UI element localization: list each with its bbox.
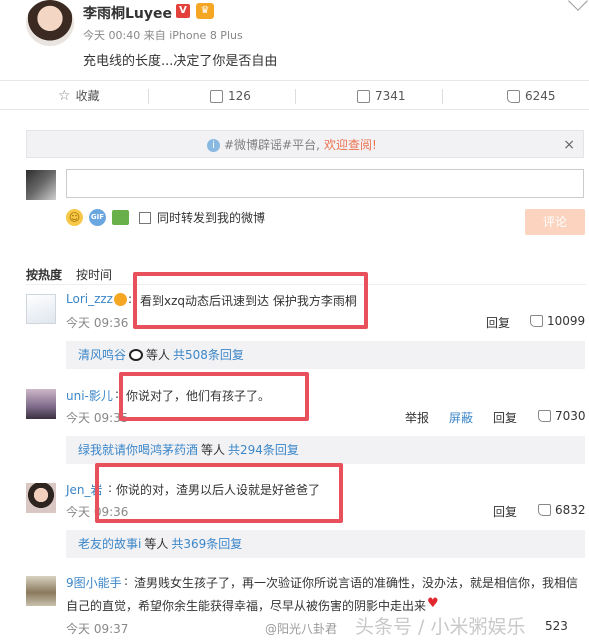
comment-time: 今天 09:36 <box>66 316 129 330</box>
tab-time[interactable]: 按时间 <box>76 266 112 283</box>
panda-emoji-icon <box>129 349 144 361</box>
thumbs-up-icon <box>538 504 551 516</box>
avatar[interactable] <box>26 294 56 324</box>
comment-username[interactable]: 9图小能手 <box>66 574 122 591</box>
reply-thread[interactable]: 清风鸣谷 等人 共508条回复 <box>66 341 585 369</box>
favorite-button[interactable]: ☆ 收藏 <box>58 81 100 111</box>
thread-etc: 等人 <box>146 348 171 362</box>
avatar[interactable] <box>26 576 56 606</box>
comment-like-button[interactable]: 523 <box>545 619 568 633</box>
current-user-avatar <box>26 170 56 200</box>
comment-like-count: 10099 <box>547 314 586 328</box>
post-header: 李雨桐Luyee V ♛ 今天 00:40 来自 iPhone 8 Plus 充… <box>0 0 589 80</box>
reply-button[interactable]: 回复 <box>486 314 510 331</box>
tab-hot[interactable]: 按热度 <box>26 266 62 283</box>
comment-like-count: 6832 <box>555 503 586 517</box>
star-icon: ☆ <box>58 87 71 104</box>
avatar[interactable] <box>26 389 56 419</box>
watermark-big: 头条号 / 小米粥娱乐 <box>355 616 526 638</box>
post-text: 充电线的长度...决定了你是否自由 <box>83 54 278 69</box>
post-action-bar: ☆ 收藏 126 7341 6245 <box>0 80 589 110</box>
comment-button[interactable]: 7341 <box>357 81 406 111</box>
post-meta: 今天 00:40 来自 iPhone 8 Plus <box>83 29 243 42</box>
comment-like-count: 7030 <box>555 409 586 423</box>
close-icon[interactable]: × <box>563 131 575 159</box>
thread-username[interactable]: 老友的故事i <box>78 530 141 558</box>
rumor-notice-bar: i #微博辟谣#平台, 欢迎查阅! × <box>26 130 584 158</box>
repost-button[interactable]: 126 <box>210 81 251 111</box>
repost-checkbox[interactable] <box>139 211 151 224</box>
comment-like-button[interactable]: 6832 <box>538 503 586 517</box>
thread-etc: 等人 <box>144 537 169 551</box>
heart-icon: ♥ <box>427 596 439 611</box>
comment-username[interactable]: uni-影儿 <box>66 387 113 404</box>
repost-count: 126 <box>228 89 251 103</box>
comment-like-button[interactable]: 7030 <box>538 409 586 423</box>
author-avatar[interactable] <box>26 0 74 46</box>
comment-input[interactable] <box>66 169 584 198</box>
chevron-down-icon[interactable] <box>568 0 588 11</box>
thread-etc: 等人 <box>201 443 226 457</box>
like-count: 6245 <box>525 89 556 103</box>
reply-thread[interactable]: 绿我就请你喝鸿茅药酒 等人 共294条回复 <box>66 436 585 464</box>
report-button[interactable]: 举报 <box>405 409 429 426</box>
block-button[interactable]: 屏蔽 <box>449 409 473 426</box>
highlight-box <box>95 463 343 523</box>
notice-link[interactable]: 欢迎查阅! <box>324 131 377 159</box>
comment-like-button[interactable]: 10099 <box>530 314 585 328</box>
emoji-icon <box>114 293 127 306</box>
emoji-icon[interactable]: ☺ <box>66 209 83 226</box>
thread-count[interactable]: 共369条回复 <box>171 530 242 558</box>
reply-button[interactable]: 回复 <box>493 409 517 426</box>
info-icon: i <box>207 138 220 152</box>
comment-time: 今天 09:37 <box>66 622 129 636</box>
avatar[interactable] <box>26 483 56 513</box>
thread-username[interactable]: 清风鸣谷 <box>78 341 126 369</box>
author-name[interactable]: 李雨桐Luyee <box>83 3 172 23</box>
comment-text-line1: 渣男贱女生孩子了，再一次验证你所说言语的准确性，没办法，就是相信你，我相信 <box>134 576 579 590</box>
highlight-box <box>119 372 309 421</box>
image-icon[interactable] <box>112 210 129 225</box>
submit-comment-button[interactable]: 评论 <box>525 209 585 235</box>
highlight-box <box>133 272 368 329</box>
reply-button[interactable]: 回复 <box>493 503 517 520</box>
sort-tabs: 按热度 按时间 <box>26 266 112 283</box>
repost-checkbox-label: 同时转发到我的微博 <box>157 211 266 225</box>
notice-text: #微博辟谣#平台, <box>224 138 320 152</box>
repost-icon <box>210 89 223 103</box>
thumbs-up-icon <box>538 410 551 422</box>
favorite-label: 收藏 <box>75 89 100 103</box>
gif-icon[interactable]: GIF <box>89 209 106 226</box>
thumbs-up-icon <box>507 89 520 103</box>
thread-count[interactable]: 共294条回复 <box>228 436 299 464</box>
like-button[interactable]: 6245 <box>507 81 556 111</box>
verified-icon: V <box>176 4 190 18</box>
reply-thread[interactable]: 老友的故事i 等人 共369条回复 <box>66 530 585 558</box>
composer-tools: ☺ GIF 同时转发到我的微博 <box>66 209 265 226</box>
member-crown-icon: ♛ <box>196 3 214 19</box>
comment-like-count: 523 <box>545 619 568 633</box>
thread-count[interactable]: 共508条回复 <box>173 341 244 369</box>
comment-count: 7341 <box>375 89 406 103</box>
watermark-small: @阳光八卦君 <box>265 622 338 636</box>
comment-username[interactable]: Lori_zzz <box>66 292 113 306</box>
thumbs-up-icon <box>530 315 543 327</box>
comment-icon <box>357 89 370 103</box>
thread-username[interactable]: 绿我就请你喝鸿茅药酒 <box>78 436 198 464</box>
